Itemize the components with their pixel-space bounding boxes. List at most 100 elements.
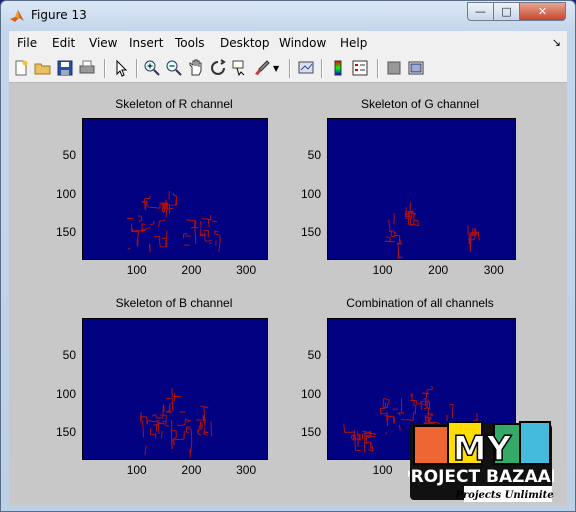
menubar-dock-arrow-icon[interactable]: ↘ [552, 36, 561, 49]
skeleton-segment [409, 202, 411, 212]
skeleton-segment [420, 401, 422, 410]
new-figure-icon[interactable] [12, 59, 30, 77]
skeleton-segment [152, 414, 155, 417]
skeleton-segment [423, 407, 429, 410]
svg-text:MY: MY [453, 429, 512, 469]
skeleton-segment [211, 220, 218, 223]
skeleton-segment [194, 227, 196, 236]
skeleton-segment [199, 229, 202, 236]
menu-file[interactable]: File [17, 36, 37, 50]
skeleton-segment [197, 433, 201, 436]
y-tick-label: 100 [55, 186, 76, 201]
minimize-button[interactable]: — [467, 2, 494, 21]
toolbar-separator [136, 59, 138, 78]
skeleton-segment [350, 431, 355, 433]
skeleton-image [384, 202, 480, 259]
skeleton-segment [384, 240, 391, 243]
skeleton-segment [156, 421, 162, 424]
skeleton-segment [187, 428, 192, 431]
skeleton-segment [176, 424, 179, 427]
skeleton-segment [408, 212, 415, 214]
figure-toolbar: ▼ [9, 55, 567, 83]
skeleton-segment [343, 423, 346, 433]
skeleton-segment [143, 228, 148, 230]
skeleton-segment [218, 239, 221, 249]
show-plot-tools-icon[interactable] [407, 59, 425, 77]
zoom-in-icon[interactable] [143, 59, 161, 77]
skeleton-segment [185, 419, 191, 422]
skeleton-segment [391, 230, 395, 232]
x-tick-label: 200 [181, 263, 202, 277]
skeleton-segment [161, 422, 166, 425]
menu-desktop[interactable]: Desktop [220, 36, 270, 50]
menu-edit[interactable]: Edit [52, 36, 75, 50]
y-tick-label: 50 [62, 148, 76, 163]
skeleton-segment [366, 435, 370, 438]
menu-window[interactable]: Window [279, 36, 326, 50]
subplot-axes[interactable] [327, 118, 516, 260]
data-cursor-icon[interactable] [231, 59, 249, 77]
y-tick-label: 150 [300, 425, 321, 440]
rotate-3d-icon[interactable] [209, 59, 227, 77]
x-tick-label: 100 [372, 263, 393, 277]
pan-hand-icon[interactable] [187, 59, 205, 77]
skeleton-segment [368, 432, 372, 435]
skeleton-segment [385, 236, 391, 238]
brush-icon[interactable] [253, 59, 271, 77]
y-tick-label: 150 [55, 225, 76, 240]
skeleton-segment [178, 424, 186, 427]
menu-tools[interactable]: Tools [175, 36, 205, 50]
menu-insert[interactable]: Insert [129, 36, 163, 50]
skeleton-segment [203, 417, 206, 427]
menu-view[interactable]: View [89, 36, 117, 50]
maximize-icon: □ [501, 5, 512, 18]
skeleton-segment [383, 398, 389, 400]
zoom-out-icon[interactable] [165, 59, 183, 77]
print-icon[interactable] [78, 59, 96, 77]
link-plot-icon[interactable] [297, 59, 315, 77]
subplot-axes[interactable] [82, 118, 268, 260]
open-file-icon[interactable] [34, 59, 52, 77]
skeleton-segment [219, 234, 221, 240]
title-bar[interactable]: Figure 13 — □ ✕ [1, 1, 575, 31]
skeleton-segment [427, 400, 430, 403]
skeleton-segment [141, 420, 144, 430]
svg-text:PROJECT BAZAAR: PROJECT BAZAAR [408, 467, 554, 487]
subplot-axes[interactable] [82, 318, 268, 460]
skeleton-segment [167, 207, 174, 210]
colorbar-icon[interactable] [329, 59, 347, 77]
x-tick-label: 100 [372, 463, 393, 477]
skeleton-segment [354, 438, 359, 440]
skeleton-segment [186, 219, 192, 222]
skeleton-segment [204, 239, 208, 242]
skeleton-segment [397, 242, 399, 248]
pointer-icon[interactable] [112, 59, 130, 77]
skeleton-segment [140, 411, 142, 421]
skeleton-segment [199, 221, 202, 226]
subplot-title: Skeleton of B channel [115, 296, 233, 310]
hide-plot-tools-icon[interactable] [385, 59, 403, 77]
menu-help[interactable]: Help [340, 36, 367, 50]
skeleton-segment [141, 201, 147, 204]
skeleton-segment [165, 239, 167, 247]
skeleton-image [126, 190, 221, 253]
svg-text:Projects Unlimited: Projects Unlimited [454, 490, 554, 501]
skeleton-segment [137, 230, 140, 233]
skeleton-segment [149, 223, 152, 226]
window-title: Figure 13 [31, 8, 87, 22]
skeleton-segment [207, 220, 210, 228]
skeleton-segment [171, 403, 174, 412]
matlab-icon [10, 10, 24, 22]
skeleton-segment [368, 449, 372, 451]
legend-icon[interactable] [351, 59, 369, 77]
x-tick-label: 100 [126, 463, 147, 477]
maximize-button[interactable]: □ [494, 2, 520, 21]
toolbar-separator [321, 59, 323, 78]
close-button[interactable]: ✕ [520, 2, 566, 21]
save-icon[interactable] [56, 59, 74, 77]
skeleton-segment [162, 219, 166, 222]
skeleton-segment [198, 425, 200, 432]
skeleton-segment [154, 207, 161, 209]
skeleton-segment [146, 206, 151, 208]
y-tick-label: 100 [300, 386, 321, 401]
